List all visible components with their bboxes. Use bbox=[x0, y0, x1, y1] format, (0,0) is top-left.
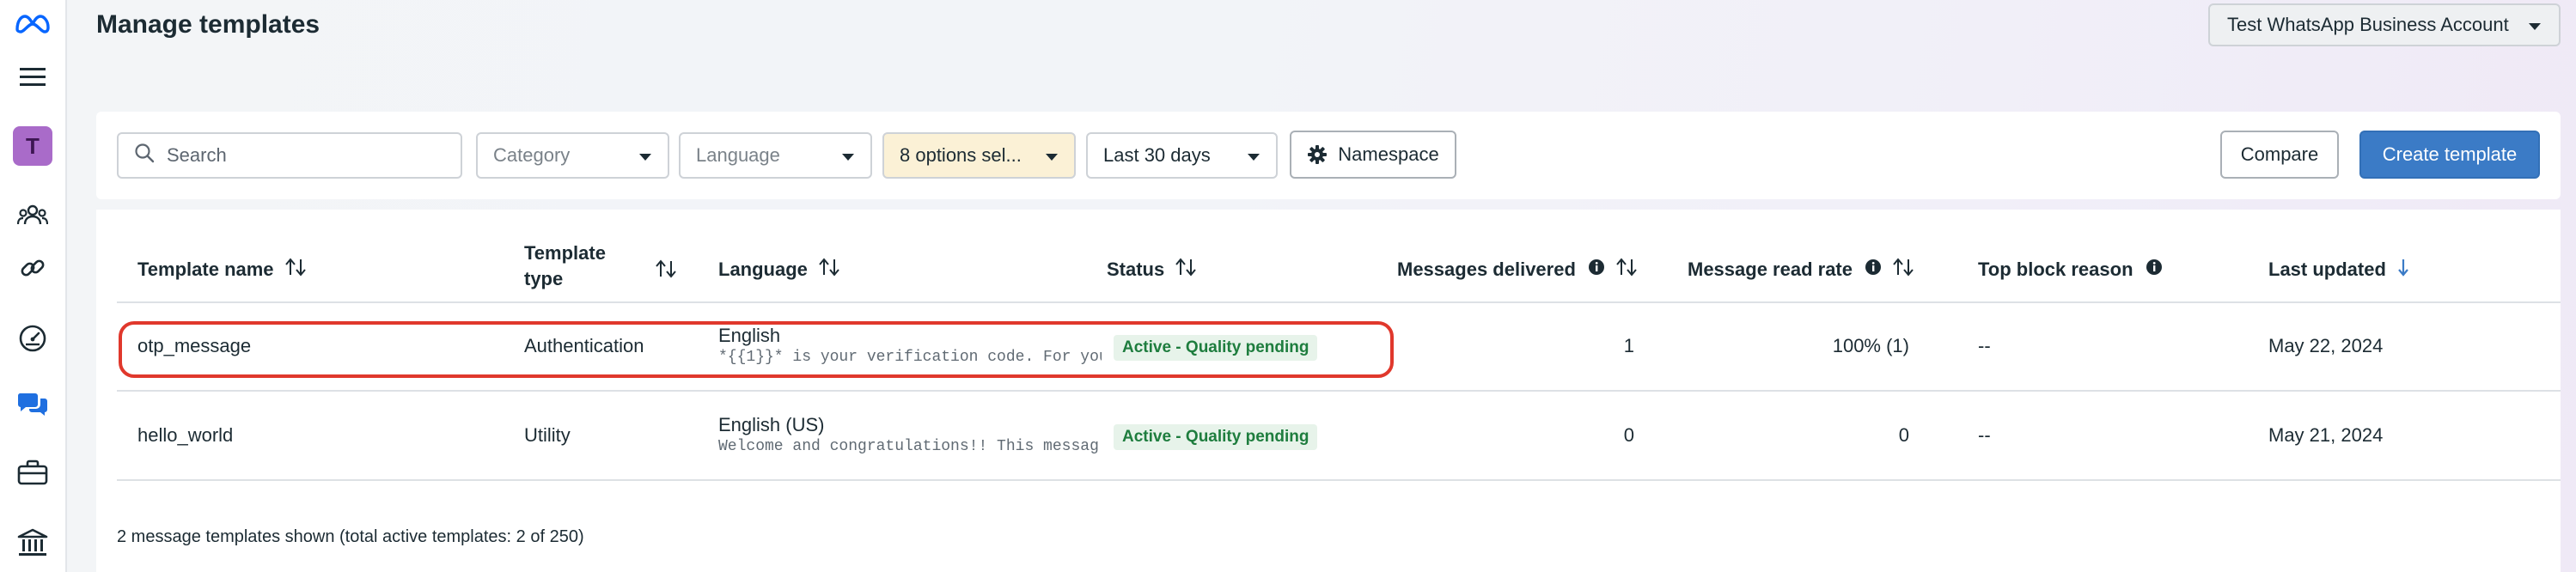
column-header-top-block-reason[interactable]: Top block reason bbox=[1978, 253, 2163, 287]
divider bbox=[117, 479, 2561, 481]
last-updated-value: May 22, 2024 bbox=[2268, 335, 2384, 356]
template-name[interactable]: hello_world bbox=[137, 424, 233, 447]
caret-down-icon bbox=[1247, 144, 1261, 167]
sort-icon[interactable] bbox=[655, 259, 677, 283]
create-template-button[interactable]: Create template bbox=[2359, 131, 2540, 179]
account-selector[interactable]: Test WhatsApp Business Account bbox=[2208, 3, 2561, 46]
bank-icon[interactable] bbox=[0, 519, 65, 567]
info-icon[interactable] bbox=[1588, 259, 1605, 281]
divider bbox=[117, 301, 2561, 303]
template-language: English bbox=[718, 325, 781, 346]
status-filter-value: 8 options sel... bbox=[900, 144, 1022, 166]
account-avatar[interactable]: T bbox=[0, 122, 65, 170]
language-dropdown[interactable]: Language bbox=[679, 132, 872, 179]
account-name: Test WhatsApp Business Account bbox=[2227, 14, 2509, 35]
sort-icon bbox=[284, 258, 307, 282]
caret-down-icon bbox=[2528, 14, 2542, 36]
caret-down-icon bbox=[1045, 144, 1059, 167]
block-reason-value: -- bbox=[1978, 424, 1991, 446]
sort-desc-icon bbox=[2396, 258, 2410, 282]
sort-icon bbox=[818, 258, 840, 282]
read-rate-value: 0 bbox=[1898, 424, 1909, 446]
caret-down-icon bbox=[638, 144, 652, 167]
search-icon bbox=[134, 143, 155, 168]
people-icon[interactable] bbox=[0, 191, 65, 239]
template-preview: *{{1}}* is your verification code. For y… bbox=[718, 349, 1102, 366]
search-field[interactable] bbox=[117, 132, 462, 179]
templates-table: Template name Template type Language Sta… bbox=[96, 210, 2561, 572]
filter-toolbar: Category Language 8 options sel... Last … bbox=[96, 112, 2561, 199]
caret-down-icon bbox=[841, 144, 855, 167]
create-template-label: Create template bbox=[2382, 143, 2518, 165]
column-header-last-updated[interactable]: Last updated bbox=[2268, 253, 2410, 287]
compare-button[interactable]: Compare bbox=[2220, 131, 2339, 179]
date-range-dropdown[interactable]: Last 30 days bbox=[1086, 132, 1278, 179]
template-type: Utility bbox=[524, 424, 571, 446]
sort-icon bbox=[1615, 258, 1638, 282]
column-header-message-read-rate[interactable]: Message read rate bbox=[1688, 253, 1914, 287]
category-placeholder: Category bbox=[493, 144, 571, 166]
template-type: Authentication bbox=[524, 335, 644, 356]
block-reason-value: -- bbox=[1978, 335, 1991, 356]
column-header-status[interactable]: Status bbox=[1107, 253, 1197, 287]
language-placeholder: Language bbox=[696, 144, 780, 166]
sort-icon bbox=[1175, 258, 1197, 282]
meta-logo-icon[interactable] bbox=[0, 0, 65, 48]
namespace-button[interactable]: Namespace bbox=[1290, 131, 1456, 179]
column-header-template-name[interactable]: Template name bbox=[137, 253, 307, 287]
table-footer-summary: 2 message templates shown (total active … bbox=[117, 527, 584, 546]
link-icon[interactable] bbox=[0, 244, 65, 292]
column-header-messages-delivered[interactable]: Messages delivered bbox=[1397, 253, 1638, 287]
read-rate-value: 100% (1) bbox=[1832, 335, 1909, 356]
messages-delivered-value: 0 bbox=[1623, 424, 1634, 446]
gear-icon bbox=[1307, 144, 1328, 165]
column-header-language[interactable]: Language bbox=[718, 253, 840, 287]
info-icon[interactable] bbox=[1865, 259, 1882, 281]
left-sidebar: T bbox=[0, 0, 67, 572]
date-range-value: Last 30 days bbox=[1103, 144, 1211, 166]
divider bbox=[117, 390, 2561, 392]
template-language: English (US) bbox=[718, 414, 825, 435]
info-icon[interactable] bbox=[2146, 259, 2163, 281]
briefcase-icon[interactable] bbox=[0, 448, 65, 496]
template-preview: Welcome and congratulations!! This messa… bbox=[718, 438, 1102, 455]
namespace-label: Namespace bbox=[1338, 143, 1439, 165]
status-badge: Active - Quality pending bbox=[1114, 335, 1318, 361]
sort-icon bbox=[1892, 258, 1914, 282]
category-dropdown[interactable]: Category bbox=[476, 132, 669, 179]
page-title: Manage templates bbox=[96, 10, 320, 39]
gauge-icon[interactable] bbox=[0, 314, 65, 362]
hamburger-menu-icon[interactable] bbox=[0, 53, 65, 101]
chat-bubbles-icon[interactable] bbox=[0, 380, 65, 428]
avatar: T bbox=[13, 126, 52, 166]
status-filter-dropdown[interactable]: 8 options sel... bbox=[882, 132, 1076, 179]
messages-delivered-value: 1 bbox=[1623, 335, 1634, 356]
template-name[interactable]: otp_message bbox=[137, 335, 251, 357]
status-badge: Active - Quality pending bbox=[1114, 424, 1318, 450]
column-header-template-type[interactable]: Template type bbox=[524, 240, 627, 292]
search-input[interactable] bbox=[165, 143, 443, 167]
last-updated-value: May 21, 2024 bbox=[2268, 424, 2384, 446]
compare-label: Compare bbox=[2240, 143, 2319, 165]
